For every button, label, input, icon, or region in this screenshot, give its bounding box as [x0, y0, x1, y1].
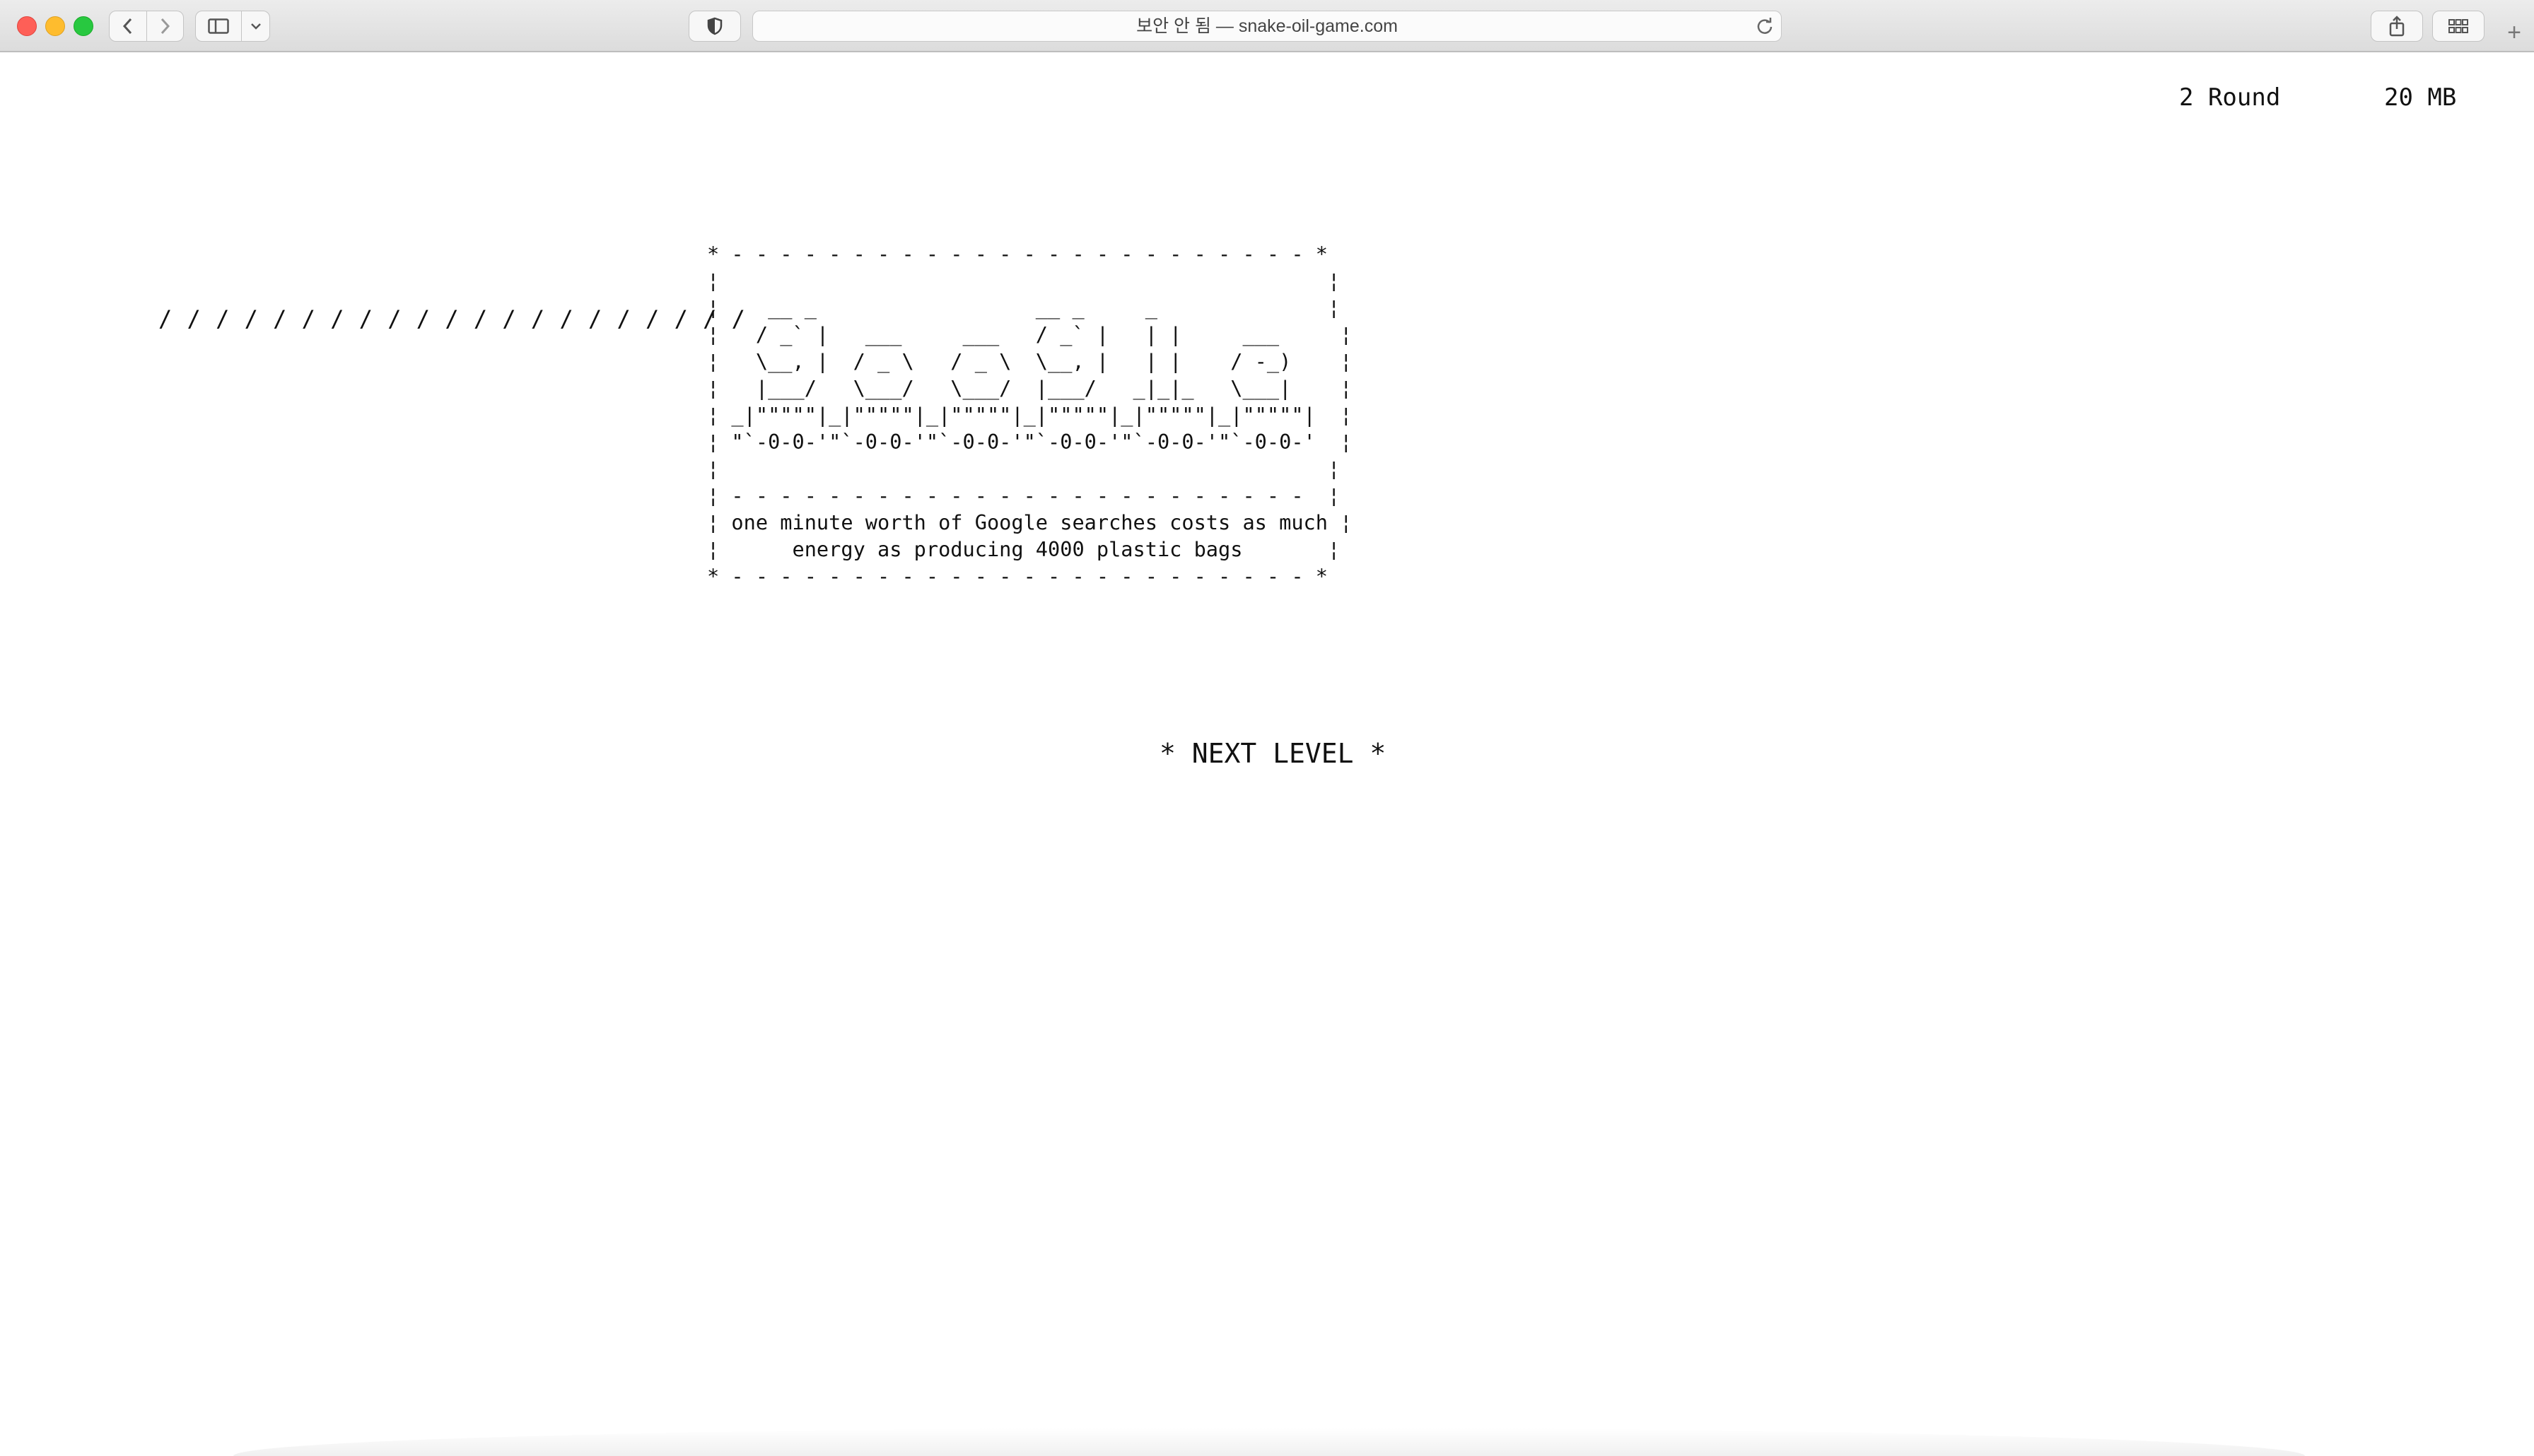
navigation-buttons [109, 11, 184, 42]
sidebar-controls [195, 11, 270, 42]
minimize-window-button[interactable] [45, 16, 65, 36]
forward-button[interactable] [146, 11, 184, 41]
chevron-down-icon [250, 23, 261, 30]
share-icon [2389, 16, 2405, 37]
sidebar-menu-button[interactable] [241, 11, 269, 41]
sidebar-button[interactable] [196, 11, 241, 41]
url-text: 보안 안 됨 — snake-oil-game.com [1136, 16, 1398, 36]
browser-toolbar: 보안 안 됨 — snake-oil-game.com + [0, 0, 2534, 52]
google-ascii-card: * - - - - - - - - - - - - - - - - - - - … [707, 242, 1353, 588]
progress-slashes: / / / / / / / / / / / / / / / / / / / / … [158, 305, 746, 332]
round-counter: 2 Round [2179, 83, 2281, 112]
address-bar[interactable]: 보안 안 됨 — snake-oil-game.com [752, 11, 1782, 42]
next-level-button[interactable]: * NEXT LEVEL * [1160, 738, 1386, 769]
privacy-report-button[interactable] [689, 11, 741, 42]
shield-icon [707, 17, 723, 35]
reload-icon[interactable] [1756, 17, 1774, 35]
tab-overview-icon [2448, 19, 2468, 33]
close-window-button[interactable] [17, 16, 37, 36]
maximize-window-button[interactable] [74, 16, 93, 36]
scroll-shadow [233, 1428, 2305, 1456]
new-tab-button[interactable]: + [2500, 18, 2528, 47]
share-button[interactable] [2371, 11, 2423, 42]
back-button[interactable] [110, 11, 146, 41]
sidebar-icon [208, 18, 229, 34]
chevron-right-icon [161, 18, 170, 35]
tab-overview-button[interactable] [2432, 11, 2485, 42]
plus-icon: + [2507, 19, 2521, 46]
chevron-left-icon [122, 18, 132, 35]
memory-counter: 20 MB [2384, 83, 2457, 112]
